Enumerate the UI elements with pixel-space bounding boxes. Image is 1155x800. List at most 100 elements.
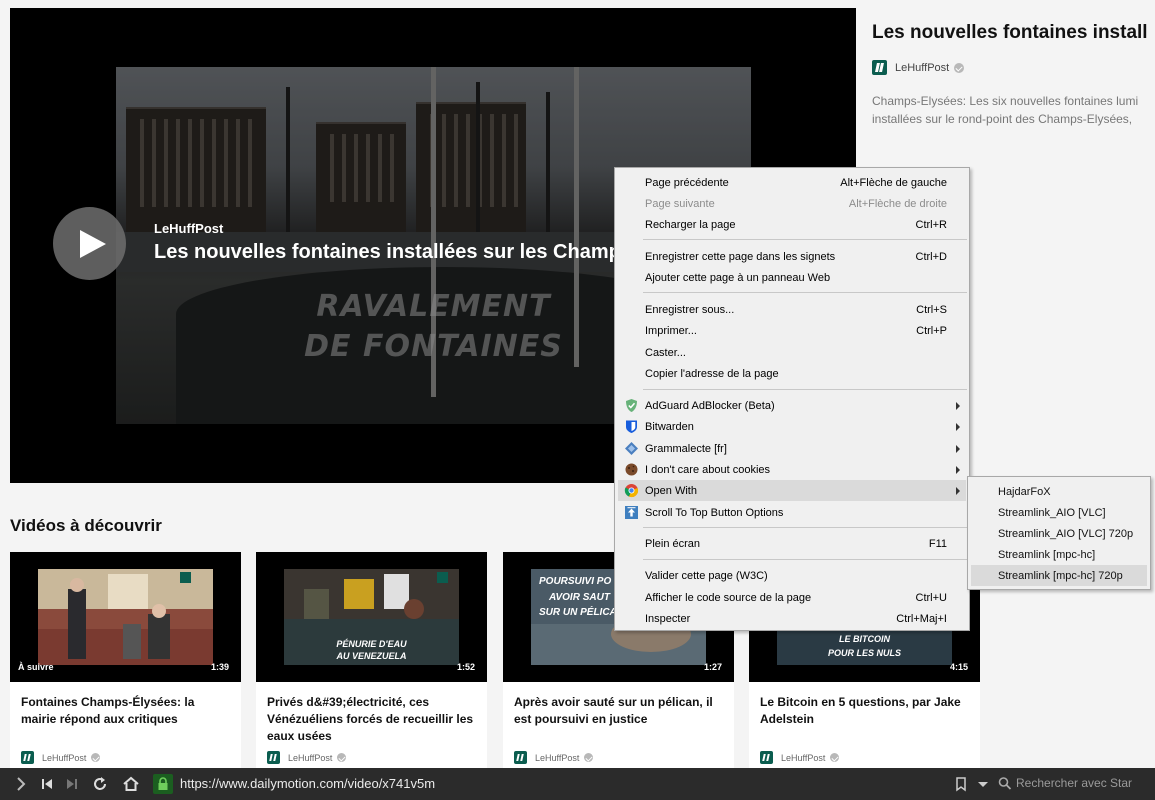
menu-item-inspect[interactable]: Inspecter Ctrl+Maj+I xyxy=(618,608,966,629)
submenu-item-streamlink-mpc-hc[interactable]: Streamlink [mpc-hc] xyxy=(971,544,1147,565)
duration-label: 1:39 xyxy=(210,662,229,672)
menu-item-cookies[interactable]: I don't care about cookies xyxy=(618,459,966,480)
card-title[interactable]: Fontaines Champs-Élysées: la mairie répo… xyxy=(10,682,241,728)
context-menu: Page précédente Alt+Flèche de gauche Pag… xyxy=(614,167,970,631)
card-channel-row[interactable]: LeHuffPost xyxy=(21,751,101,764)
card-title[interactable]: Privés d&#39;électricité, ces Vénézuélie… xyxy=(256,682,487,745)
menu-item-view-source[interactable]: Afficher le code source de la page Ctrl+… xyxy=(618,587,966,608)
menu-item-label: AdGuard AdBlocker (Beta) xyxy=(645,399,775,412)
video-card[interactable]: PÉNURIE D'EAU AU VENEZUELA 1:52 Privés d… xyxy=(256,552,487,782)
submenu-item-label: Streamlink_AIO [VLC] 720p xyxy=(998,527,1134,540)
chevron-down-icon[interactable] xyxy=(974,775,992,793)
menu-item-bookmark[interactable]: Enregistrer cette page dans les signets … xyxy=(618,246,966,267)
menu-item-validate[interactable]: Valider cette page (W3C) xyxy=(618,565,966,586)
verified-icon xyxy=(337,753,347,762)
card-channel-name[interactable]: LeHuffPost xyxy=(781,753,825,763)
menu-item-forward[interactable]: Page suivante Alt+Flèche de droite xyxy=(618,193,966,214)
channel-logo-icon xyxy=(514,751,527,764)
menu-separator xyxy=(643,389,967,390)
scroll-top-icon xyxy=(625,506,638,519)
menu-item-label: Ajouter cette page à un panneau Web xyxy=(645,271,831,284)
menu-item-shortcut: Ctrl+R xyxy=(915,218,947,231)
card-thumbnail[interactable]: PÉNURIE D'EAU AU VENEZUELA 1:52 xyxy=(256,552,487,682)
adguard-shield-icon xyxy=(626,399,637,412)
panel-toggle-icon[interactable] xyxy=(12,775,30,793)
menu-item-label: I don't care about cookies xyxy=(645,463,771,476)
description-line: Champs-Elysées: Les six nouvelles fontai… xyxy=(872,94,1139,108)
card-channel-name[interactable]: LeHuffPost xyxy=(535,753,579,763)
card-channel-name[interactable]: LeHuffPost xyxy=(288,753,332,763)
menu-item-shortcut: Ctrl+S xyxy=(916,303,947,316)
menu-item-label: Bitwarden xyxy=(645,420,694,433)
menu-item-adguard[interactable]: AdGuard AdBlocker (Beta) xyxy=(618,395,966,416)
menu-item-label: Enregistrer sous... xyxy=(645,303,735,316)
menu-item-bitwarden[interactable]: Bitwarden xyxy=(618,416,966,437)
duration-label: 1:52 xyxy=(456,662,475,672)
submenu-arrow-icon xyxy=(956,402,960,410)
menu-item-web-panel[interactable]: Ajouter cette page à un panneau Web xyxy=(618,267,966,288)
cookie-icon xyxy=(625,463,638,476)
card-channel-row[interactable]: LeHuffPost xyxy=(267,751,347,764)
channel-row[interactable]: LeHuffPost xyxy=(872,60,965,75)
menu-item-open-with[interactable]: Open With xyxy=(618,480,966,501)
menu-item-shortcut: Ctrl+U xyxy=(915,591,947,604)
search-icon xyxy=(998,777,1012,790)
card-thumbnail[interactable]: À suivre 1:39 xyxy=(10,552,241,682)
menu-separator xyxy=(643,559,967,560)
rewind-icon[interactable] xyxy=(38,775,56,793)
submenu-item-streamlink-mpc-hc-720p[interactable]: Streamlink [mpc-hc] 720p xyxy=(971,565,1147,586)
verified-icon xyxy=(91,753,101,762)
submenu-item-streamlink-aio-vlc[interactable]: Streamlink_AIO [VLC] xyxy=(971,502,1147,523)
menu-item-grammalecte[interactable]: Grammalecte [fr] xyxy=(618,438,966,459)
menu-item-label: Imprimer... xyxy=(645,324,697,337)
chrome-icon xyxy=(624,484,638,497)
video-card[interactable]: À suivre 1:39 Fontaines Champs-Élysées: … xyxy=(10,552,241,782)
thumb-caption: AU VENEZUELA xyxy=(336,651,407,661)
address-bar[interactable]: https://www.dailymotion.com/video/x741v5… xyxy=(180,776,435,791)
menu-item-back[interactable]: Page précédente Alt+Flèche de gauche xyxy=(618,172,966,193)
thumb-caption: POUR LES NULS xyxy=(827,648,901,658)
submenu-arrow-icon xyxy=(956,466,960,474)
up-next-label: À suivre xyxy=(18,662,54,672)
menu-item-cast[interactable]: Caster... xyxy=(618,342,966,363)
bookmark-icon[interactable] xyxy=(952,775,970,793)
menu-item-label: Afficher le code source de la page xyxy=(645,591,812,604)
menu-item-label: Enregistrer cette page dans les signets xyxy=(645,250,836,263)
card-title[interactable]: Le Bitcoin en 5 questions, par Jake Adel… xyxy=(749,682,980,728)
menu-item-label: Caster... xyxy=(645,346,686,359)
menu-separator xyxy=(643,292,967,293)
home-icon[interactable] xyxy=(122,775,140,793)
menu-item-shortcut: Ctrl+P xyxy=(916,324,947,337)
submenu-item-label: Streamlink [mpc-hc] 720p xyxy=(998,569,1123,582)
browser-toolbar: https://www.dailymotion.com/video/x741v5… xyxy=(0,768,1155,800)
submenu-item-label: Streamlink [mpc-hc] xyxy=(998,548,1096,561)
brand-badge-icon xyxy=(437,572,448,583)
channel-name[interactable]: LeHuffPost xyxy=(895,62,949,74)
card-channel-row[interactable]: LeHuffPost xyxy=(514,751,594,764)
player-video-title: Les nouvelles fontaines installées sur l… xyxy=(154,241,621,263)
search-field[interactable]: Rechercher avec Star xyxy=(1016,776,1132,790)
menu-item-reload[interactable]: Recharger la page Ctrl+R xyxy=(618,214,966,235)
menu-item-save-as[interactable]: Enregistrer sous... Ctrl+S xyxy=(618,299,966,320)
reload-icon[interactable] xyxy=(91,775,109,793)
card-channel-row[interactable]: LeHuffPost xyxy=(760,751,840,764)
grammalecte-icon xyxy=(625,442,638,455)
lock-icon[interactable] xyxy=(153,774,173,794)
video-description: Champs-Elysées: Les six nouvelles fontai… xyxy=(872,92,1155,128)
submenu-item-label: HajdarFoX xyxy=(998,485,1051,498)
submenu-item-hajdarfox[interactable]: HajdarFoX xyxy=(971,481,1147,502)
play-button[interactable] xyxy=(53,207,126,280)
submenu-item-streamlink-aio-vlc-720p[interactable]: Streamlink_AIO [VLC] 720p xyxy=(971,523,1147,544)
card-title[interactable]: Après avoir sauté sur un pélican, il est… xyxy=(503,682,734,728)
fast-forward-icon[interactable] xyxy=(63,775,81,793)
menu-item-shortcut: Ctrl+D xyxy=(915,250,947,263)
menu-item-label: Page suivante xyxy=(645,197,715,210)
menu-item-copy-address[interactable]: Copier l'adresse de la page xyxy=(618,363,966,384)
player-channel-name[interactable]: LeHuffPost xyxy=(154,221,223,236)
card-channel-name[interactable]: LeHuffPost xyxy=(42,753,86,763)
menu-item-print[interactable]: Imprimer... Ctrl+P xyxy=(618,320,966,341)
menu-item-scroll-to-top[interactable]: Scroll To Top Button Options xyxy=(618,502,966,523)
verified-icon xyxy=(954,62,965,73)
menu-separator xyxy=(643,527,967,528)
menu-item-fullscreen[interactable]: Plein écran F11 xyxy=(618,533,966,554)
